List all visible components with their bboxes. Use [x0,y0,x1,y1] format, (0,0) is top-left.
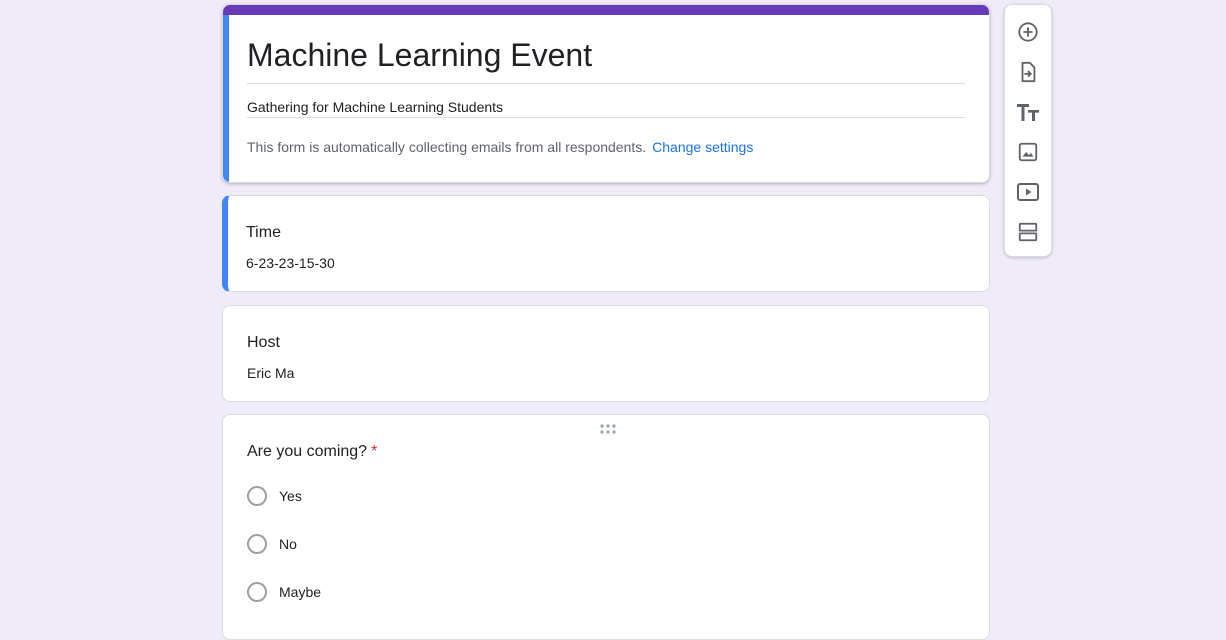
host-section-card[interactable]: Host Eric Ma [222,305,990,402]
email-collection-note: This form is automatically collecting em… [247,137,753,157]
add-question-icon[interactable] [1016,20,1040,44]
add-section-icon[interactable] [1016,220,1040,244]
side-toolbar [1004,4,1052,257]
option-label: Yes [279,488,302,504]
section-description[interactable]: Eric Ma [247,363,294,383]
time-section-card[interactable]: Time 6-23-23-15-30 [222,195,990,292]
radio-button[interactable] [247,534,267,554]
question-card[interactable]: Are you coming? * Yes No Maybe [222,414,990,640]
drag-handle-icon[interactable] [599,422,617,434]
add-video-icon[interactable] [1016,180,1040,204]
form-description[interactable]: Gathering for Machine Learning Students [247,97,503,117]
section-title[interactable]: Time [246,222,281,244]
import-questions-icon[interactable] [1016,60,1040,84]
change-settings-link[interactable]: Change settings [652,139,753,155]
title-divider [247,83,965,84]
header-color-band [223,5,989,15]
option-yes[interactable]: Yes [247,484,302,508]
radio-button[interactable] [247,582,267,602]
option-label: No [279,536,297,552]
option-label: Maybe [279,584,322,600]
section-description[interactable]: 6-23-23-15-30 [246,253,335,273]
description-divider [247,117,965,118]
question-title-text: Are you coming? [247,443,368,460]
option-maybe[interactable]: Maybe [247,580,321,604]
radio-button[interactable] [247,486,267,506]
add-image-icon[interactable] [1016,140,1040,164]
required-marker: * [371,443,378,460]
option-no[interactable]: No [247,532,297,556]
section-title[interactable]: Host [247,332,280,354]
active-card-indicator [223,15,229,182]
add-title-description-icon[interactable] [1016,100,1040,124]
form-header-card[interactable]: Machine Learning Event Gathering for Mac… [222,4,990,183]
form-title[interactable]: Machine Learning Event [247,35,592,75]
question-title[interactable]: Are you coming? * [247,441,377,463]
email-note-text: This form is automatically collecting em… [247,139,647,155]
